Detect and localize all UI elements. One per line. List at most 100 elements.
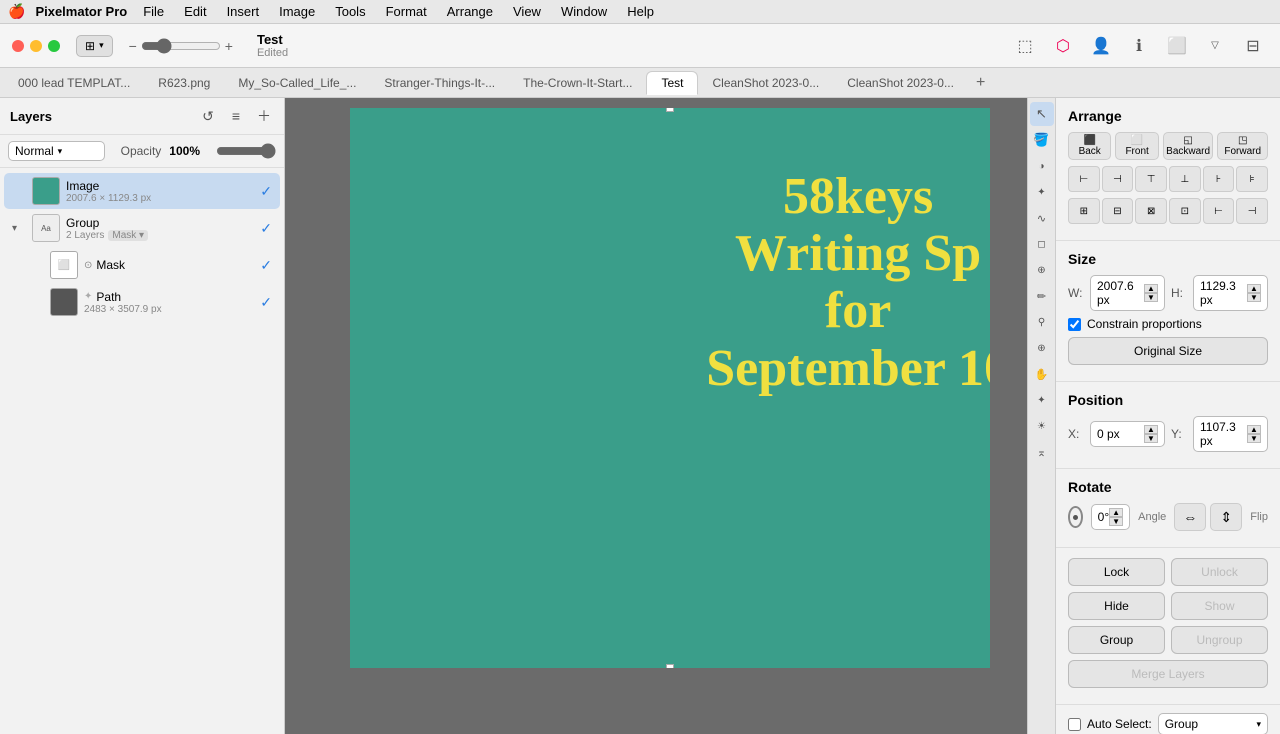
x-step-up[interactable]: ▲ — [1144, 425, 1158, 434]
menu-item-format[interactable]: Format — [378, 2, 435, 21]
auto-select-checkbox[interactable] — [1068, 718, 1081, 731]
handle-top-center[interactable] — [666, 108, 674, 112]
menu-item-view[interactable]: View — [505, 2, 549, 21]
lock-button[interactable]: Lock — [1068, 558, 1165, 586]
blend-mode-select[interactable]: Normal ▾ — [8, 141, 105, 161]
layer-item-group[interactable]: ▾ Aa Group 2 Layers Mask ▾ ✓ — [4, 210, 280, 246]
x-stepper[interactable]: ▲ ▼ — [1144, 425, 1158, 443]
height-step-up[interactable]: ▲ — [1247, 284, 1261, 293]
merge-layers-button[interactable]: Merge Layers — [1068, 660, 1268, 688]
select-tool-icon[interactable]: ↖ — [1030, 102, 1054, 126]
show-button[interactable]: Show — [1171, 592, 1268, 620]
brightness-icon[interactable]: ☀ — [1030, 414, 1054, 438]
close-button[interactable] — [12, 40, 24, 52]
zoom-slider[interactable] — [141, 38, 221, 54]
menu-item-image[interactable]: Image — [271, 2, 323, 21]
sidebar-toggle-button[interactable]: ⊞ ▾ — [76, 35, 113, 57]
tab-4[interactable]: The-Crown-It-Start... — [509, 72, 646, 94]
y-step-up[interactable]: ▲ — [1247, 425, 1261, 434]
hide-button[interactable]: Hide — [1068, 592, 1165, 620]
angle-step-down[interactable]: ▼ — [1109, 517, 1123, 526]
constrain-checkbox[interactable] — [1068, 318, 1081, 331]
menu-item-tools[interactable]: Tools — [327, 2, 373, 21]
rotate-dial[interactable] — [1068, 506, 1083, 528]
colors-icon[interactable]: ⬡ — [1048, 31, 1078, 61]
tab-7[interactable]: CleanShot 2023-0... — [833, 72, 968, 94]
account-icon[interactable]: 👤 — [1086, 31, 1116, 61]
zoom-icon[interactable]: ⊕ — [1030, 336, 1054, 360]
menu-item-arrange[interactable]: Arrange — [439, 2, 501, 21]
layer-item-mask[interactable]: ⬜ ⊙ Mask ✓ — [22, 247, 280, 283]
menu-item-insert[interactable]: Insert — [219, 2, 268, 21]
canvas-content[interactable]: 58keys Writing Sp for September 10 — [285, 98, 1055, 734]
y-stepper[interactable]: ▲ ▼ — [1247, 425, 1261, 443]
align-5-btn[interactable]: ⊢ — [1203, 198, 1235, 224]
layer-item-path[interactable]: ✦ Path 2483 × 3507.9 px ✓ — [22, 284, 280, 320]
flip-vertical-button[interactable]: ⇕ — [1210, 503, 1242, 531]
zoom-out-icon[interactable]: − — [129, 38, 137, 54]
hand-icon[interactable]: ✋ — [1030, 362, 1054, 386]
align-center-v-btn[interactable]: ⊣ — [1102, 166, 1134, 192]
customize-icon[interactable]: ⊟ — [1238, 31, 1268, 61]
width-stepper[interactable]: ▲ ▼ — [1144, 284, 1158, 302]
back-button[interactable]: ⬛ Back — [1068, 132, 1111, 160]
tab-2[interactable]: My_So-Called_Life_... — [224, 72, 370, 94]
align-top-edges-btn[interactable]: ⊥ — [1169, 166, 1201, 192]
auto-select-dropdown[interactable]: Group ▾ — [1158, 713, 1268, 734]
ungroup-button[interactable]: Ungroup — [1171, 626, 1268, 654]
width-input[interactable]: 2007.6 px ▲ ▼ — [1090, 275, 1165, 311]
canvas-area[interactable]: 58keys Writing Sp for September 10 ↖ 🪣 ◑… — [285, 98, 1055, 734]
paint-bucket-icon[interactable]: 🪣 — [1030, 128, 1054, 152]
share-icon[interactable]: ▽ — [1200, 31, 1230, 61]
menu-item-edit[interactable]: Edit — [176, 2, 214, 21]
distribute-h-btn[interactable]: ⊞ — [1068, 198, 1100, 224]
layers-add-icon[interactable]: ＋ — [254, 106, 274, 126]
menu-item-window[interactable]: Window — [553, 2, 615, 21]
align-right-edges-btn[interactable]: ⊤ — [1135, 166, 1167, 192]
minimize-button[interactable] — [30, 40, 42, 52]
align-v-space-btn[interactable]: ⊡ — [1169, 198, 1201, 224]
height-step-down[interactable]: ▼ — [1247, 293, 1261, 302]
canvas-document[interactable]: 58keys Writing Sp for September 10 — [350, 108, 990, 668]
flip-horizontal-button[interactable]: ⇔ — [1174, 503, 1206, 531]
layer-visibility-image[interactable]: ✓ — [260, 183, 272, 200]
layer-visibility-mask[interactable]: ✓ — [260, 257, 272, 274]
fullscreen-button[interactable] — [48, 40, 60, 52]
crop-icon[interactable]: ⬚ — [1010, 31, 1040, 61]
layer-expand-group[interactable]: ▾ — [12, 223, 26, 234]
original-size-button[interactable]: Original Size — [1068, 337, 1268, 365]
distribute-v-btn[interactable]: ⊟ — [1102, 198, 1134, 224]
opacity-slider[interactable] — [216, 143, 276, 159]
clone-stamp-icon[interactable]: ⊕ — [1030, 258, 1054, 282]
tab-1[interactable]: R623.png — [144, 72, 224, 94]
tab-3[interactable]: Stranger-Things-It-... — [370, 72, 509, 94]
zoom-in-icon[interactable]: + — [225, 38, 233, 54]
layer-visibility-group[interactable]: ✓ — [260, 220, 272, 237]
color-picker-icon[interactable]: ⚲ — [1030, 310, 1054, 334]
add-tab-button[interactable]: + — [968, 72, 993, 94]
gradient-icon[interactable]: ◑ — [1030, 154, 1054, 178]
menu-item-help[interactable]: Help — [619, 2, 662, 21]
front-button[interactable]: ⬜ Front — [1115, 132, 1158, 160]
brush-icon[interactable]: ∿ — [1030, 206, 1054, 230]
width-step-up[interactable]: ▲ — [1144, 284, 1158, 293]
pencil-icon[interactable]: ✏ — [1030, 284, 1054, 308]
height-stepper[interactable]: ▲ ▼ — [1247, 284, 1261, 302]
x-input[interactable]: 0 px ▲ ▼ — [1090, 421, 1165, 447]
align-6-btn[interactable]: ⊣ — [1236, 198, 1268, 224]
angle-input[interactable]: 0° ▲ ▼ — [1091, 504, 1130, 530]
layer-item-image[interactable]: Image 2007.6 × 1129.3 px ✓ — [4, 173, 280, 209]
handle-bottom-center[interactable] — [666, 664, 674, 668]
x-step-down[interactable]: ▼ — [1144, 434, 1158, 443]
forward-button[interactable]: ◳ Forward — [1217, 132, 1268, 160]
effects-icon[interactable]: ✦ — [1030, 388, 1054, 412]
tab-6[interactable]: CleanShot 2023-0... — [698, 72, 833, 94]
menu-item-file[interactable]: File — [135, 2, 172, 21]
layer-visibility-path[interactable]: ✓ — [260, 294, 272, 311]
tab-5[interactable]: Test — [646, 71, 698, 95]
backward-button[interactable]: ◱ Backward — [1163, 132, 1214, 160]
angle-step-up[interactable]: ▲ — [1109, 508, 1123, 517]
angle-stepper[interactable]: ▲ ▼ — [1109, 508, 1123, 526]
smart-fill-icon[interactable]: ✦ — [1030, 180, 1054, 204]
align-left-edges-btn[interactable]: ⊢ — [1068, 166, 1100, 192]
